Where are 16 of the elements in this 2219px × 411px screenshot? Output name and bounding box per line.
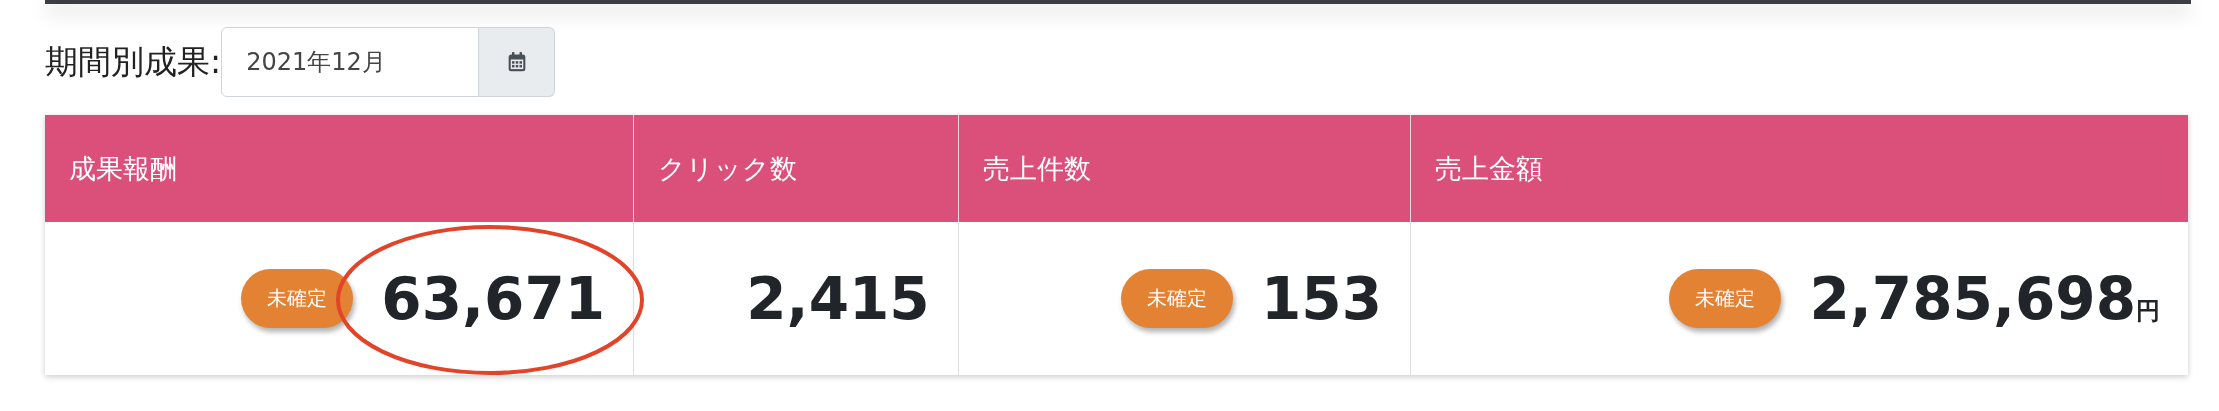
status-badge: 未確定 xyxy=(1121,269,1233,328)
unit-label: 円 xyxy=(2136,296,2160,327)
column-header: 成果報酬 xyxy=(45,115,634,222)
period-label: 期間別成果: xyxy=(45,40,222,83)
status-badge: 未確定 xyxy=(1669,269,1782,328)
stat-value: 2,785,698 xyxy=(1809,264,2136,333)
column-header: 売上金額 xyxy=(1411,115,2188,222)
column-header: クリック数 xyxy=(634,115,958,222)
calendar-button[interactable] xyxy=(479,27,556,97)
column-header: 売上件数 xyxy=(958,115,1411,222)
stat-value: 63,671 xyxy=(381,264,606,333)
stat-value: 2,415 xyxy=(746,264,930,333)
stat-value: 153 xyxy=(1261,264,1383,333)
calendar-icon xyxy=(506,51,527,73)
status-badge: 未確定 xyxy=(241,269,354,328)
month-field[interactable]: 2021年12月 xyxy=(221,27,480,97)
